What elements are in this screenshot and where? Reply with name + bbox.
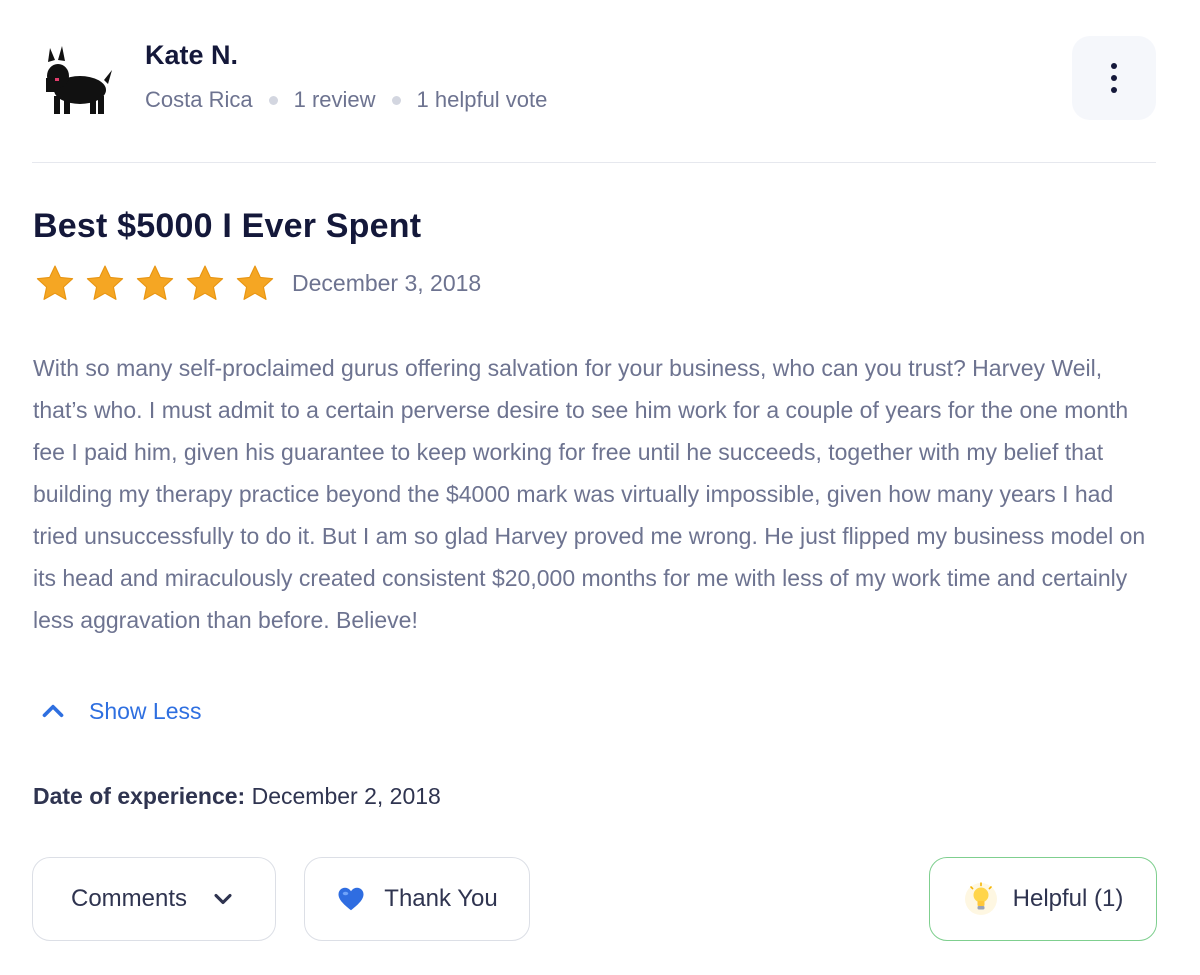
reviewer-review-count: 1 review xyxy=(293,87,376,112)
date-of-experience: Date of experience: December 2, 2018 xyxy=(33,783,441,810)
show-less-label: Show Less xyxy=(89,697,202,724)
date-of-experience-label: Date of experience: xyxy=(33,783,246,809)
reviewer-helpful-votes: 1 helpful vote xyxy=(416,87,548,112)
star-icon xyxy=(36,265,74,300)
review-card: Kate N. Costa Rica 1 review 1 helpful vo… xyxy=(0,0,1200,975)
reviewer-name[interactable]: Kate N. xyxy=(145,40,238,71)
more-options-button[interactable] xyxy=(1072,36,1156,120)
star-rating xyxy=(33,262,277,306)
chevron-down-icon xyxy=(214,893,232,905)
comments-button[interactable]: Comments xyxy=(32,857,276,941)
scottish-terrier-avatar-icon xyxy=(46,46,112,114)
divider xyxy=(32,162,1156,163)
lightbulb-icon xyxy=(964,882,997,915)
blue-heart-icon xyxy=(338,887,364,911)
helpful-button[interactable]: Helpful (1) xyxy=(929,857,1157,941)
show-less-button[interactable]: Show Less xyxy=(36,694,202,728)
star-icon xyxy=(236,265,274,300)
star-icon xyxy=(136,265,174,300)
separator-dot xyxy=(268,95,278,105)
chevron-up-icon xyxy=(42,704,64,718)
review-title: Best $5000 I Ever Spent xyxy=(33,207,422,245)
date-of-experience-value: December 2, 2018 xyxy=(251,783,441,809)
reviewer-meta: Costa Rica 1 review 1 helpful vote xyxy=(145,87,547,113)
review-body: With so many self-proclaimed gurus offer… xyxy=(33,355,1146,633)
vertical-ellipsis-icon xyxy=(1111,63,1117,69)
thank-you-button[interactable]: Thank You xyxy=(304,857,530,941)
star-icon xyxy=(86,265,124,300)
reviewer-country: Costa Rica xyxy=(145,87,253,112)
separator-dot xyxy=(391,95,401,105)
thank-you-label: Thank You xyxy=(384,885,498,912)
helpful-label: Helpful (1) xyxy=(1012,885,1124,912)
star-icon xyxy=(186,265,224,300)
comments-label: Comments xyxy=(70,885,188,912)
avatar xyxy=(34,40,114,120)
review-date: December 3, 2018 xyxy=(292,270,482,296)
